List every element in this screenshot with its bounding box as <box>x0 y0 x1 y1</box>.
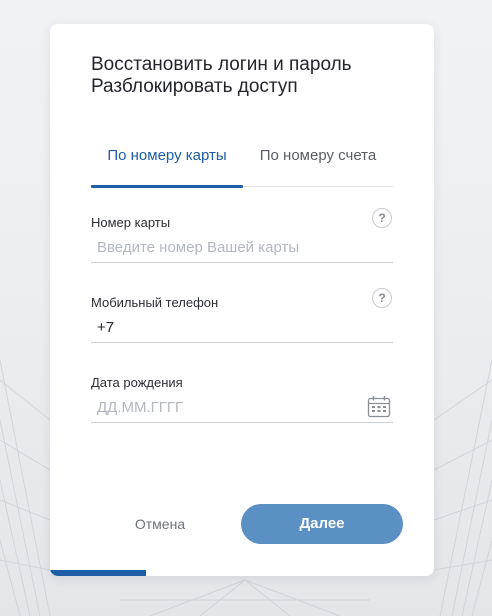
phone-label: Мобильный телефон <box>91 295 219 310</box>
birth-date-label: Дата рождения <box>91 375 183 390</box>
recovery-method-tabs: По номеру карты По номеру счета <box>91 144 393 188</box>
birth-date-input[interactable] <box>91 393 393 423</box>
tab-by-account-number[interactable]: По номеру счета <box>243 144 393 184</box>
phone-input[interactable] <box>91 313 393 343</box>
title-line-restore: Восстановить логин и пароль <box>91 54 352 75</box>
calendar-icon[interactable] <box>367 395 391 419</box>
card-number-field: Номер карты ? <box>91 208 393 277</box>
phone-field: Мобильный телефон ? <box>91 288 393 357</box>
card-number-help-icon[interactable]: ? <box>372 208 392 228</box>
cancel-button[interactable]: Отмена <box>110 504 210 544</box>
tab-by-card-number[interactable]: По номеру карты <box>91 144 243 184</box>
birth-date-field: Дата рождения <box>91 375 393 437</box>
recovery-dialog: Восстановить логин и пароль Разблокирова… <box>50 24 434 576</box>
title-line-unblock: Разблокировать доступ <box>91 76 298 97</box>
card-number-input[interactable] <box>91 233 393 263</box>
phone-help-icon[interactable]: ? <box>372 288 392 308</box>
next-button[interactable]: Далее <box>241 504 403 544</box>
step-progress-fill <box>50 570 146 576</box>
step-progress-bar <box>50 570 434 576</box>
card-number-label: Номер карты <box>91 215 171 230</box>
active-tab-indicator <box>91 185 243 188</box>
page-title: Восстановить логин и пароль Разблокирова… <box>91 54 352 98</box>
